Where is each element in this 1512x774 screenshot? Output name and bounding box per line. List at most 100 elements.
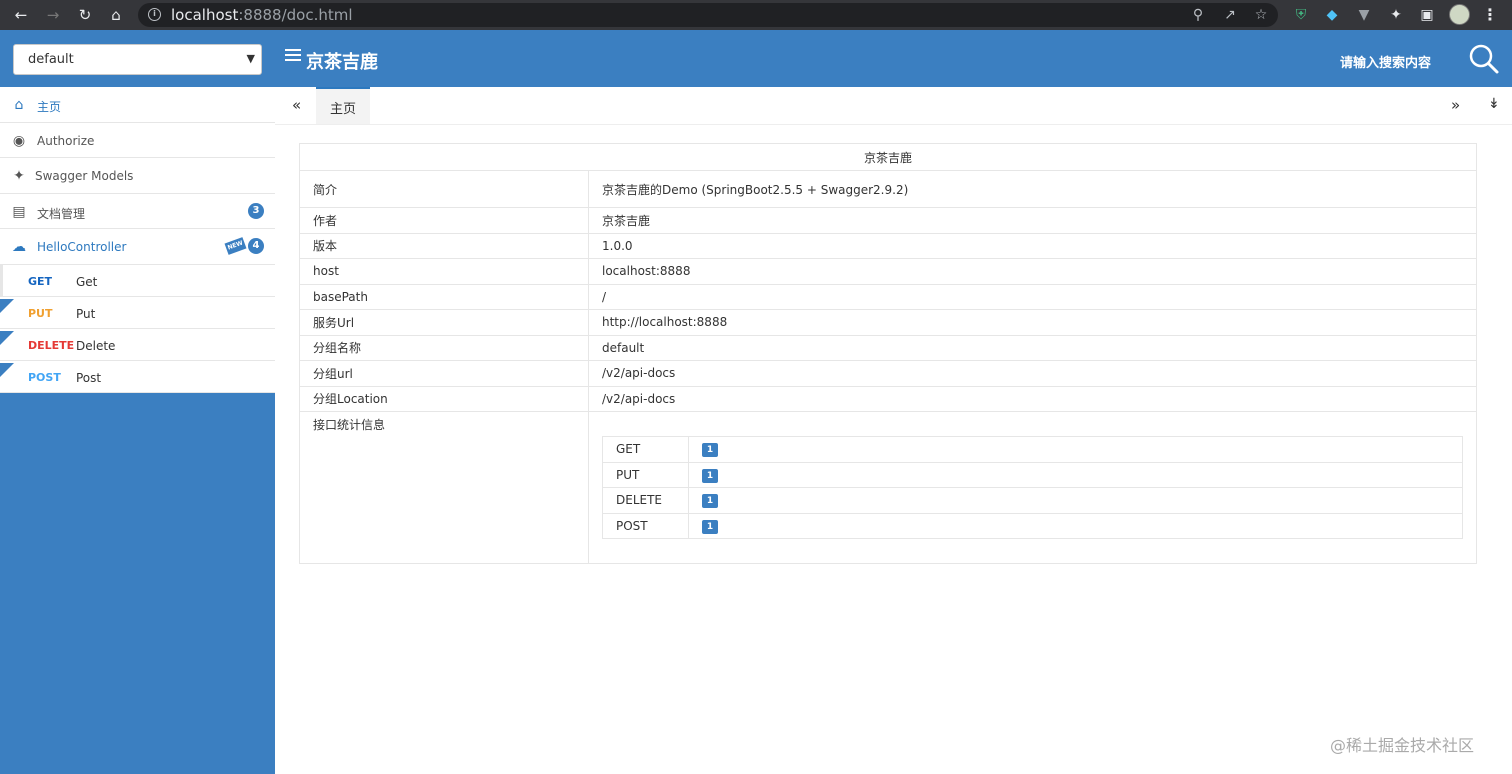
cloud-icon: ☁ bbox=[12, 239, 26, 255]
stats-method: PUT bbox=[602, 461, 689, 488]
info-key: 服务Url bbox=[299, 309, 589, 336]
profile-avatar[interactable] bbox=[1449, 4, 1470, 25]
cube-icon: ✦ bbox=[13, 168, 25, 184]
stats-method: GET bbox=[602, 436, 689, 463]
gem-extension-icon[interactable]: ◆ bbox=[1322, 5, 1342, 25]
app-header: 京茶吉鹿 请输入搜索内容 bbox=[275, 30, 1512, 87]
api-name: Delete bbox=[76, 338, 116, 353]
back-icon[interactable]: ← bbox=[10, 5, 32, 25]
bookmark-star-icon[interactable]: ☆ bbox=[1252, 6, 1270, 24]
url-text: localhost:8888/doc.html bbox=[171, 6, 353, 24]
stats-count-badge: 1 bbox=[702, 443, 718, 458]
info-value: / bbox=[588, 283, 1477, 310]
site-info-icon[interactable]: i bbox=[148, 8, 161, 21]
info-key: host bbox=[299, 258, 589, 285]
info-key: 版本 bbox=[299, 232, 589, 259]
group-select[interactable]: default ▼ bbox=[13, 44, 262, 75]
new-flag-icon bbox=[0, 330, 14, 345]
api-name: Get bbox=[76, 274, 98, 289]
search-input[interactable]: 请输入搜索内容 bbox=[1340, 52, 1431, 71]
divider bbox=[0, 264, 3, 297]
side-panel-icon[interactable]: ▣ bbox=[1417, 5, 1437, 25]
api-item-delete[interactable]: DELETE Delete bbox=[0, 329, 275, 361]
sidebar-item-authorize[interactable]: ◉ Authorize bbox=[0, 123, 275, 158]
sidebar-item-hello-controller[interactable]: ☁ HelloController NEW 4 bbox=[0, 229, 275, 265]
app-title: 京茶吉鹿 bbox=[306, 52, 378, 73]
home-icon: ⌂ bbox=[14, 97, 24, 113]
new-badge: NEW bbox=[224, 237, 247, 255]
vue-extension-icon[interactable]: ▼ bbox=[1354, 5, 1374, 25]
info-value: default bbox=[588, 334, 1477, 361]
info-value-stats: GET 1 PUT 1 DELETE 1 POST 1 bbox=[588, 411, 1477, 564]
forward-icon[interactable]: → bbox=[42, 5, 64, 25]
info-key: 简介 bbox=[299, 170, 589, 208]
tab-scroll-right-icon[interactable]: » bbox=[1451, 96, 1460, 114]
api-info-table: 京茶吉鹿 简介 京茶吉鹿的Demo (SpringBoot2.5.5 + Swa… bbox=[299, 143, 1477, 564]
address-bar[interactable]: i localhost:8888/doc.html ⚲ ↗ ☆ bbox=[138, 3, 1278, 27]
stats-method: POST bbox=[602, 512, 689, 539]
zoom-icon[interactable]: ⚲ bbox=[1189, 6, 1207, 24]
api-item-put[interactable]: PUT Put bbox=[0, 297, 275, 329]
watermark: @稀土掘金技术社区 bbox=[1330, 736, 1475, 755]
count-badge: 4 bbox=[248, 238, 264, 254]
main-content: 京茶吉鹿 简介 京茶吉鹿的Demo (SpringBoot2.5.5 + Swa… bbox=[299, 143, 1477, 564]
info-title: 京茶吉鹿 bbox=[299, 143, 1477, 171]
info-value: 1.0.0 bbox=[588, 232, 1477, 259]
browser-menu-icon[interactable]: ⋮ bbox=[1482, 5, 1498, 25]
menu-toggle-icon[interactable] bbox=[285, 49, 301, 65]
tab-scroll-left-icon[interactable]: « bbox=[292, 96, 301, 114]
lock-icon: ◉ bbox=[12, 132, 26, 149]
info-key: 分组名称 bbox=[299, 334, 589, 361]
browser-toolbar: ← → ↻ ⌂ i localhost:8888/doc.html ⚲ ↗ ☆ … bbox=[0, 0, 1512, 30]
info-value: /v2/api-docs bbox=[588, 385, 1477, 412]
tab-home[interactable]: 主页 bbox=[316, 87, 370, 124]
sidebar-item-swagger-models[interactable]: ✦ Swagger Models bbox=[0, 158, 275, 194]
sidebar-item-label: HelloController bbox=[37, 240, 127, 254]
api-item-get[interactable]: GET Get bbox=[0, 264, 275, 297]
new-flag-icon bbox=[0, 298, 14, 313]
method-label: PUT bbox=[28, 306, 53, 320]
reload-icon[interactable]: ↻ bbox=[74, 5, 96, 25]
sidebar-item-label: Swagger Models bbox=[35, 169, 134, 183]
shield-extension-icon[interactable]: ⛨ bbox=[1291, 5, 1311, 25]
info-key: 接口统计信息 bbox=[299, 411, 589, 564]
method-label: DELETE bbox=[28, 338, 75, 352]
sidebar-item-doc-manage[interactable]: ▤ 文档管理 3 bbox=[0, 194, 275, 229]
info-value: 京茶吉鹿的Demo (SpringBoot2.5.5 + Swagger2.9.… bbox=[588, 170, 1477, 208]
sidebar-header: default ▼ bbox=[0, 30, 275, 87]
group-select-value: default bbox=[28, 52, 74, 67]
tab-bar: « 主页 » ↡ bbox=[275, 87, 1512, 125]
method-label: POST bbox=[28, 370, 61, 384]
tab-menu-chevron-icon[interactable]: ↡ bbox=[1488, 96, 1500, 112]
stats-count-badge: 1 bbox=[702, 468, 718, 483]
share-icon[interactable]: ↗ bbox=[1221, 6, 1239, 24]
sidebar-item-label: Authorize bbox=[37, 133, 95, 148]
info-value: 京茶吉鹿 bbox=[588, 207, 1477, 234]
sidebar-item-home[interactable]: ⌂ 主页 bbox=[0, 87, 275, 123]
api-name: Put bbox=[76, 306, 96, 321]
extensions-puzzle-icon[interactable]: ✦ bbox=[1386, 5, 1406, 25]
sidebar: ⌂ 主页 ◉ Authorize ✦ Swagger Models ▤ 文档管理… bbox=[0, 87, 275, 774]
chevron-down-icon: ▼ bbox=[246, 52, 255, 65]
search-icon[interactable] bbox=[1468, 43, 1500, 75]
api-item-post[interactable]: POST Post bbox=[0, 361, 275, 393]
info-key: 分组url bbox=[299, 360, 589, 387]
stats-count-badge: 1 bbox=[702, 494, 718, 509]
method-stats-table: GET 1 PUT 1 DELETE 1 POST 1 bbox=[602, 436, 1463, 539]
info-key: 分组Location bbox=[299, 385, 589, 412]
stats-method: DELETE bbox=[602, 487, 689, 514]
sidebar-item-label: 文档管理 bbox=[37, 206, 86, 221]
sidebar-item-label: 主页 bbox=[37, 100, 62, 114]
info-value: /v2/api-docs bbox=[588, 360, 1477, 387]
info-value: localhost:8888 bbox=[588, 258, 1477, 285]
info-key: basePath bbox=[299, 283, 589, 310]
count-badge: 3 bbox=[248, 202, 264, 219]
home-page-icon[interactable]: ⌂ bbox=[105, 5, 127, 25]
tab-label: 主页 bbox=[330, 102, 357, 117]
doc-manage-icon: ▤ bbox=[12, 203, 26, 220]
method-label: GET bbox=[28, 274, 53, 288]
stats-count-badge: 1 bbox=[702, 519, 718, 534]
api-name: Post bbox=[76, 370, 102, 385]
info-key: 作者 bbox=[299, 207, 589, 234]
sidebar-menu: ⌂ 主页 ◉ Authorize ✦ Swagger Models ▤ 文档管理… bbox=[0, 87, 275, 393]
